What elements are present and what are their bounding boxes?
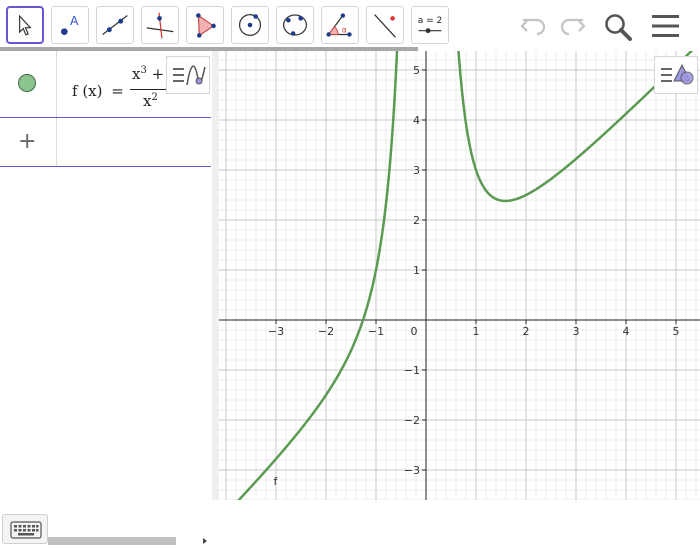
x-tick-label: −3 xyxy=(268,325,284,338)
function-curve-group[interactable]: f xyxy=(221,51,700,500)
y-tick-label: 2 xyxy=(413,214,420,227)
axes xyxy=(219,51,700,500)
y-tick-label: 1 xyxy=(413,264,420,277)
circle-center-tool-button[interactable] xyxy=(231,6,269,44)
menu-icon[interactable] xyxy=(650,12,682,40)
move-tool-button[interactable] xyxy=(6,6,44,44)
point-icon: A xyxy=(52,7,88,43)
toolbar: A α xyxy=(0,0,700,50)
x-tick-label: 3 xyxy=(573,325,580,338)
x-tick-label: 1 xyxy=(473,325,480,338)
search-icon[interactable] xyxy=(602,11,634,43)
x-tick-label: 4 xyxy=(623,325,630,338)
polygon-icon xyxy=(187,7,223,43)
point-label: A xyxy=(70,14,79,28)
add-input-icon[interactable]: + xyxy=(18,129,36,154)
y-tick-label: 5 xyxy=(413,64,420,77)
x-tick-label: 5 xyxy=(673,325,680,338)
graph-canvas[interactable]: −3 −2 −1 0 1 2 3 4 5 5 4 3 2 1 −1 −2 −3 f xyxy=(219,51,700,500)
function-curve-left-branch[interactable] xyxy=(221,51,398,500)
perpendicular-line-icon xyxy=(142,7,178,43)
algebra-input-row[interactable]: + xyxy=(0,118,211,167)
x-tick-label: 0 xyxy=(411,325,418,338)
x-tick-label: −1 xyxy=(368,325,384,338)
numerator-rest: + xyxy=(147,65,164,83)
graphics-style-bar-button[interactable] xyxy=(654,56,698,94)
denominator: x2 xyxy=(143,92,158,110)
curve-label: f xyxy=(274,475,279,488)
denominator-exponent: 2 xyxy=(151,92,157,103)
row-marker: + xyxy=(0,118,57,166)
row-marker xyxy=(0,51,57,117)
reflect-icon xyxy=(367,7,403,43)
undo-icon[interactable] xyxy=(518,12,550,40)
line-icon xyxy=(97,7,133,43)
line-tool-button[interactable] xyxy=(96,6,134,44)
x-tick-label: 2 xyxy=(523,325,530,338)
circle-through-points-icon xyxy=(277,7,313,43)
grid-minor xyxy=(219,51,700,500)
polygon-tool-button[interactable] xyxy=(186,6,224,44)
slider-label: a = 2 xyxy=(418,16,443,26)
style-bar-icon xyxy=(167,57,211,95)
y-tick-label: 3 xyxy=(413,164,420,177)
perpendicular-line-tool-button[interactable] xyxy=(141,6,179,44)
fraction-line xyxy=(130,89,170,90)
x-tick-label: −2 xyxy=(318,325,334,338)
y-tick-label: 4 xyxy=(413,114,420,127)
reflect-tool-button[interactable] xyxy=(366,6,404,44)
y-tick-label: −1 xyxy=(404,364,420,377)
equals-sign: = xyxy=(111,82,124,100)
angle-tool-button[interactable]: α xyxy=(321,6,359,44)
y-tick-label: −2 xyxy=(404,414,420,427)
visibility-toggle-icon[interactable] xyxy=(18,74,36,92)
function-name: f (x) xyxy=(72,82,102,100)
angle-label: α xyxy=(342,26,347,35)
angle-icon: α xyxy=(322,7,358,43)
view-divider[interactable] xyxy=(212,51,219,500)
cursor-arrow-icon xyxy=(8,8,42,42)
slider-tool-button[interactable]: a = 2 xyxy=(411,6,449,44)
algebra-style-bar-button[interactable] xyxy=(166,56,210,94)
grid-major xyxy=(219,51,700,500)
redo-icon[interactable] xyxy=(556,12,588,40)
graphics-view[interactable]: −3 −2 −1 0 1 2 3 4 5 5 4 3 2 1 −1 −2 −3 f xyxy=(219,51,700,500)
y-tick-label: −3 xyxy=(404,464,420,477)
algebra-horizontal-scrollbar[interactable] xyxy=(0,536,211,546)
point-tool-button[interactable]: A xyxy=(51,6,89,44)
algebra-view: f (x) = x3 + x2 + xyxy=(0,51,213,500)
slider-icon: a = 2 xyxy=(412,7,448,43)
circle-through-points-tool-button[interactable] xyxy=(276,6,314,44)
graphics-style-bar-icon xyxy=(655,57,699,95)
numerator: x3 + xyxy=(132,65,164,83)
circle-center-icon xyxy=(232,7,268,43)
